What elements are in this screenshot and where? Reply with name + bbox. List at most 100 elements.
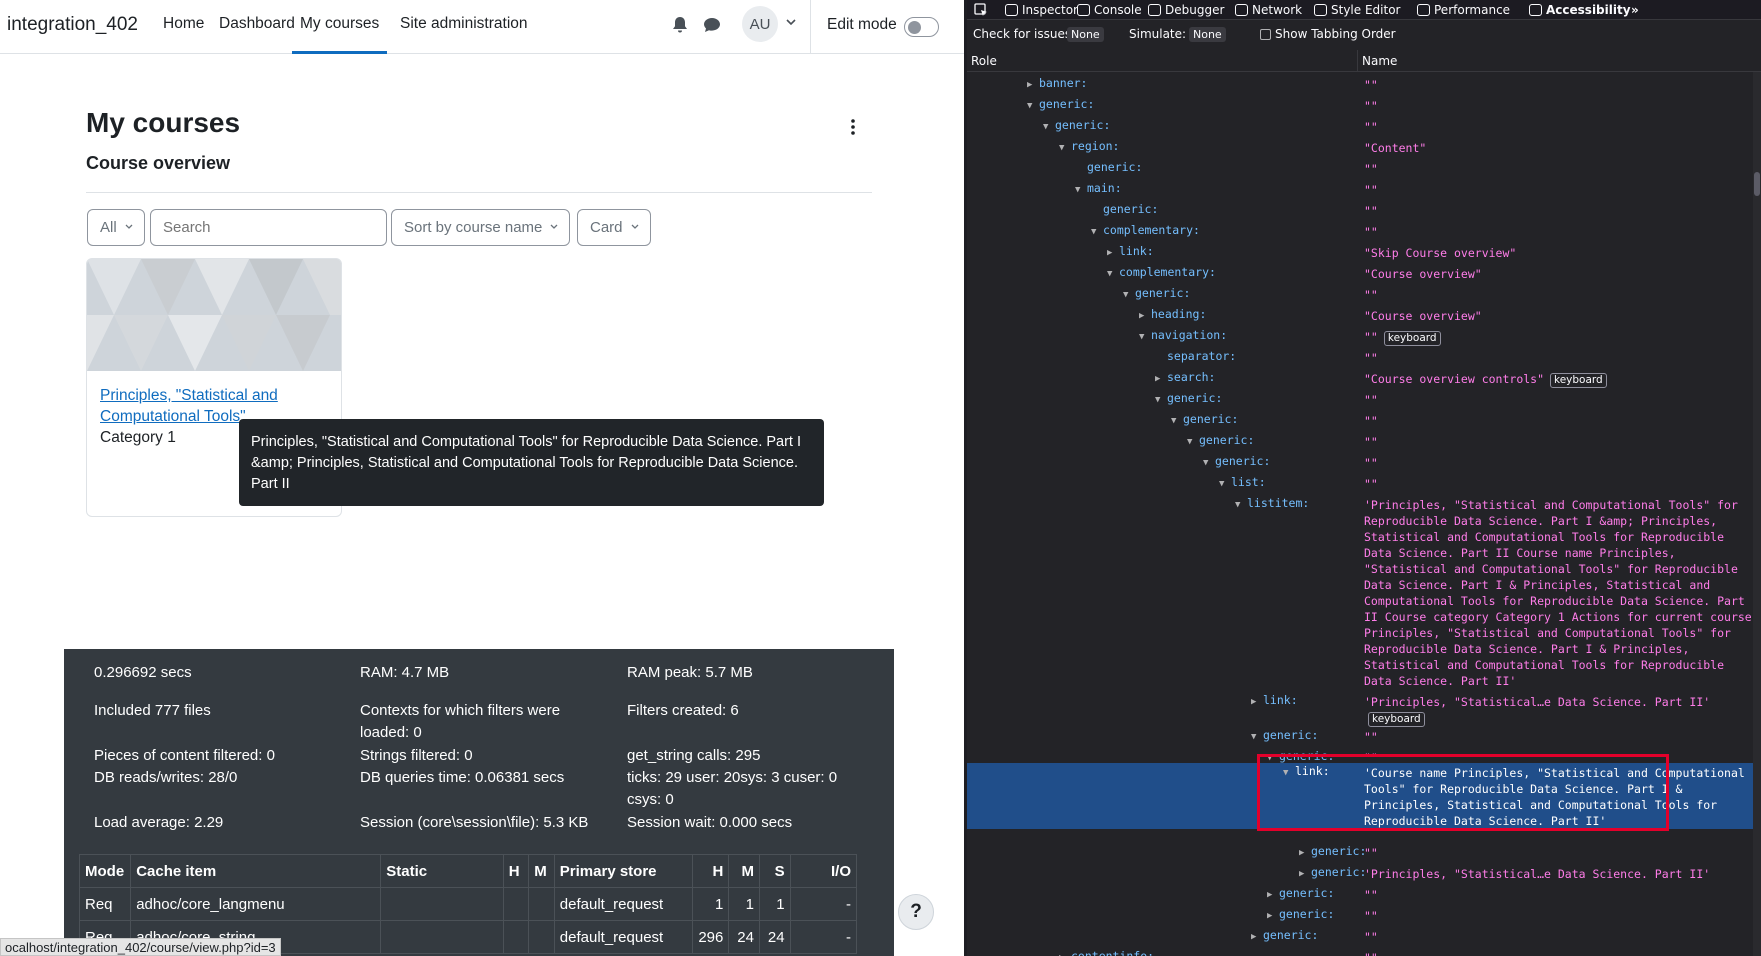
tree-row[interactable]: ▶ banner: "" [967,75,1761,95]
twisty-expanded-icon[interactable]: ▼ [1123,287,1131,303]
twisty-collapsed-icon[interactable]: ▶ [1251,929,1259,945]
twisty-expanded-icon[interactable]: ▼ [1027,98,1035,114]
tree-row[interactable]: ▶ generic: "" [967,906,1761,926]
twisty-expanded-icon[interactable]: ▼ [1171,413,1179,429]
tab-debugger[interactable]: Debugger [1148,3,1224,17]
view-dropdown[interactable]: Card [577,209,651,246]
tab-inspector[interactable]: Inspector [1005,3,1078,17]
tree-row[interactable]: ▼ listitem: 'Principles, "Statistical and … [967,495,1761,688]
tree-row[interactable]: ▶ generic: "" [967,927,1761,947]
nav-site-administration[interactable]: Site administration [400,15,528,33]
tree-row[interactable]: ▼ navigation: "" keyboard [967,327,1761,347]
scrollbar-thumb[interactable] [1754,172,1760,196]
tree-row[interactable]: ▶ search: "Course overview controls" keyboa… [967,369,1761,389]
more-tabs-icon[interactable]: » [1631,3,1639,17]
tree-row[interactable]: ▼ generic: "" [967,390,1761,410]
tree-row[interactable]: ▶ generic: "" [967,885,1761,905]
twisty-expanded-icon[interactable]: ▼ [1059,140,1067,156]
twisty-collapsed-icon[interactable]: ▶ [1267,908,1275,924]
tree-role: ▶ contentinfo: [1059,948,1154,956]
name-column-header[interactable]: Name [1362,54,1397,68]
role-label: generic: [1167,391,1223,405]
tab-network[interactable]: Network [1235,3,1302,17]
edit-mode-toggle[interactable] [904,17,939,37]
twisty-collapsed-icon[interactable]: ▶ [1107,245,1115,261]
nav-my-courses[interactable]: My courses [292,15,388,54]
tree-row[interactable]: ▼ region: "Content" [967,138,1761,158]
sort-dropdown[interactable]: Sort by course name [391,209,570,246]
tree-row[interactable]: ▶ generic: "" [967,843,1761,863]
twisty-collapsed-icon[interactable]: ▶ [1059,950,1067,956]
twisty-collapsed-icon[interactable]: ▶ [1155,371,1163,387]
check-issues-label: Check for issues: [973,27,1076,41]
twisty-expanded-icon[interactable]: ▼ [1155,392,1163,408]
twisty-collapsed-icon[interactable]: ▶ [1027,77,1035,93]
chevron-down-icon [125,224,133,229]
tab-accessibility[interactable]: Accessibility [1529,3,1631,17]
tree-header: Role Name [967,50,1761,72]
tree-row[interactable]: generic: "" [967,159,1761,179]
tree-row[interactable]: ▼ generic: "" [967,117,1761,137]
tab-performance[interactable]: Performance [1417,3,1510,17]
tree-row[interactable]: ▶ link: 'Principles, "Statistical…e Data S… [967,692,1761,727]
tree-scrollbar[interactable] [1753,72,1761,956]
nav-dashboard[interactable]: Dashboard [219,15,295,33]
search-input[interactable] [150,209,387,246]
avatar[interactable]: AU [742,6,778,42]
tree-row[interactable]: ▼ main: "" [967,180,1761,200]
tree-row[interactable]: ▼ list: "" [967,474,1761,494]
tree-row[interactable]: ▶ link: "Skip Course overview" [967,243,1761,263]
browser-viewport: integration_402 Home Dashboard My course… [0,0,964,956]
tree-row[interactable]: ▼ complementary: "Course overview" [967,264,1761,284]
twisty-expanded-icon[interactable]: ▼ [1203,455,1211,471]
tree-row[interactable]: ▼ generic: "" [967,727,1761,747]
twisty-collapsed-icon[interactable]: ▶ [1267,887,1275,903]
twisty-expanded-icon[interactable]: ▼ [1235,497,1243,513]
twisty-expanded-icon[interactable]: ▼ [1091,224,1099,240]
check-issues-select[interactable]: None [1067,27,1104,42]
kebab-menu-icon[interactable] [846,117,860,137]
tree-row[interactable]: ▼ generic: "" [967,432,1761,452]
nav-home[interactable]: Home [163,15,204,33]
tree-row[interactable]: ▼ generic: "" [967,285,1761,305]
tab-console[interactable]: Console [1077,3,1142,17]
tree-row[interactable]: ▼ complementary: "" [967,222,1761,242]
twisty-expanded-icon[interactable]: ▼ [1043,119,1051,135]
twisty-collapsed-icon[interactable]: ▶ [1299,866,1307,882]
perf-item: Session wait: 0.000 secs [627,814,793,831]
table-cell: - [789,920,858,954]
chevron-down-icon[interactable] [785,16,797,28]
tree-row[interactable]: ▶ heading: "Course overview" [967,306,1761,326]
help-button[interactable]: ? [898,894,934,930]
twisty-collapsed-icon[interactable]: ▶ [1251,694,1259,710]
tree-role: ▶ search: [1155,369,1215,387]
chat-bubble-icon[interactable] [703,16,721,34]
twisty-collapsed-icon[interactable]: ▶ [1299,845,1307,861]
tab-style-editor[interactable]: Style Editor [1314,3,1400,17]
tree-row[interactable]: generic: "" [967,201,1761,221]
twisty-expanded-icon[interactable]: ▼ [1187,434,1195,450]
twisty-expanded-icon[interactable]: ▼ [1107,266,1115,282]
tree-row[interactable]: separator: "" [967,348,1761,368]
tree-row[interactable]: ▼ generic: "" [967,96,1761,116]
role-column-header[interactable]: Role [971,54,997,68]
tree-row[interactable]: ▼ generic: "" [967,411,1761,431]
twisty-expanded-icon[interactable]: ▼ [1251,729,1259,745]
tree-row[interactable]: ▶ contentinfo: "" [967,948,1761,956]
tab-label: Inspector [1022,3,1078,17]
twisty-expanded-icon[interactable]: ▼ [1219,476,1227,492]
pick-element-icon[interactable] [974,3,988,17]
role-label: heading: [1151,307,1207,321]
site-brand[interactable]: integration_402 [7,14,138,36]
simulate-select[interactable]: None [1189,27,1226,42]
tree-row[interactable]: ▶ generic: 'Principles, "Statistical…e Dat… [967,864,1761,884]
tree-role: ▼ generic: [1171,411,1238,429]
twisty-expanded-icon[interactable]: ▼ [1139,329,1147,345]
tabbing-order-checkbox[interactable] [1260,29,1271,40]
course-image[interactable] [87,259,341,371]
tree-row[interactable]: ▼ generic: "" [967,453,1761,473]
grouping-dropdown[interactable]: All [87,209,145,246]
twisty-collapsed-icon[interactable]: ▶ [1139,308,1147,324]
bell-icon[interactable] [672,16,688,34]
twisty-expanded-icon[interactable]: ▼ [1075,182,1083,198]
